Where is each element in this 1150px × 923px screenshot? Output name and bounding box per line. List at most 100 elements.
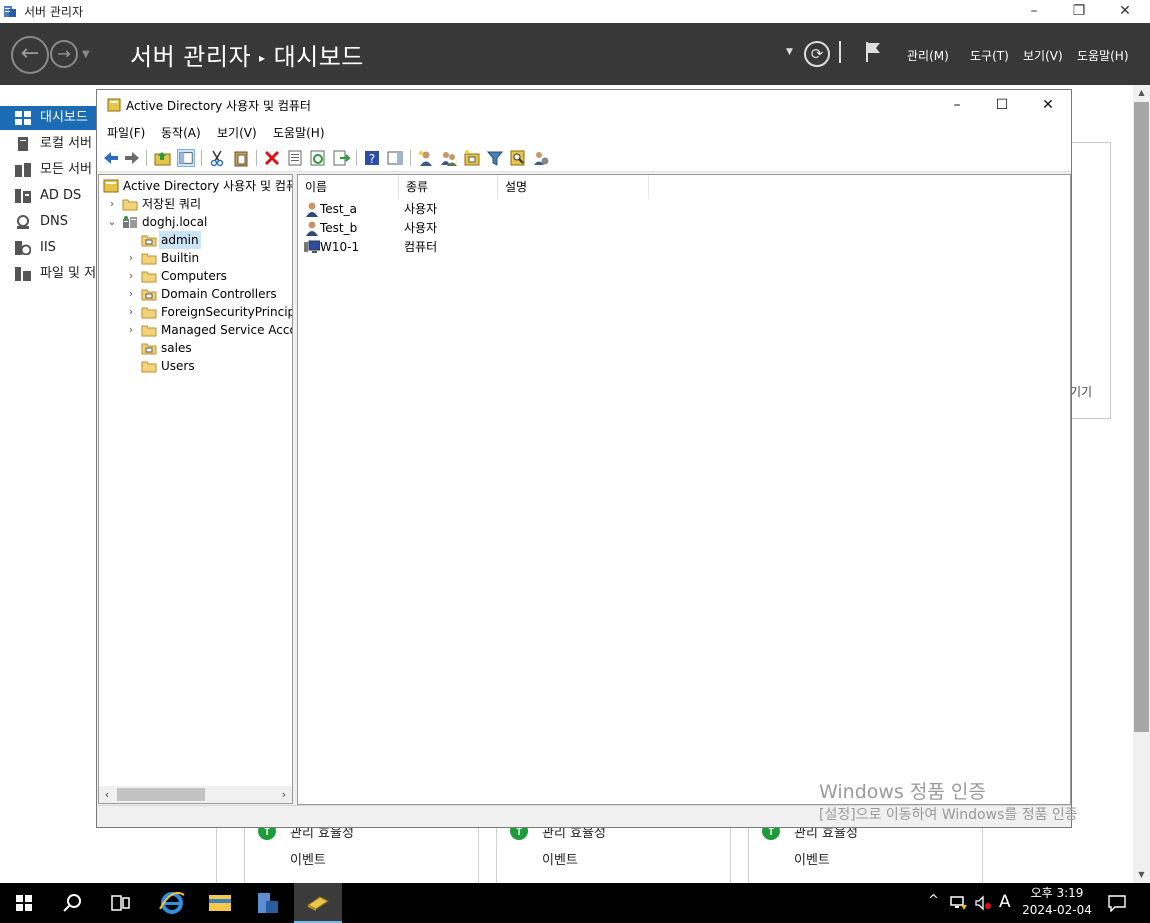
expand-chevron-icon[interactable]: › — [126, 321, 136, 339]
forward-arrow-icon[interactable] — [123, 149, 141, 167]
tree-item[interactable]: › Computers — [99, 267, 292, 285]
list-item[interactable]: Test_b 사용자 — [304, 219, 804, 237]
expand-chevron-icon[interactable]: › — [107, 195, 117, 213]
export-list-icon[interactable] — [332, 149, 350, 167]
server-manager-scrollbar[interactable]: ▲ ▼ — [1133, 85, 1150, 883]
forward-button[interactable]: → — [50, 40, 78, 68]
tile-divider — [478, 828, 479, 883]
tree-item[interactable]: Users — [99, 357, 292, 375]
refresh-icon[interactable] — [309, 149, 327, 167]
help-icon[interactable]: ? — [363, 149, 381, 167]
minimize-button[interactable]: – — [1023, 2, 1045, 20]
tile-events[interactable]: 이벤트 — [794, 849, 830, 868]
internet-explorer-icon[interactable] — [148, 883, 196, 923]
menu-manage[interactable]: 관리(M) — [907, 47, 949, 64]
menu-file[interactable]: 파일(F) — [107, 124, 145, 141]
new-user-icon[interactable] — [417, 149, 435, 167]
paste-icon[interactable] — [232, 149, 250, 167]
scroll-left-icon[interactable]: ‹ — [99, 786, 115, 803]
tree-item[interactable]: ⌄ doghj.local — [99, 213, 292, 231]
scroll-thumb[interactable] — [1134, 102, 1149, 732]
column-name[interactable]: 이름 — [298, 175, 399, 199]
list-item[interactable]: W10-1 컴퓨터 — [304, 238, 804, 256]
filter-icon[interactable] — [486, 149, 504, 167]
tree-item[interactable]: › 저장된 쿼리 — [99, 195, 292, 213]
search-icon[interactable] — [48, 883, 96, 923]
show-action-pane-icon[interactable] — [386, 149, 404, 167]
back-button[interactable]: ← — [11, 36, 49, 74]
nav-item-local-server[interactable]: 로컬 서버 — [0, 132, 98, 156]
file-explorer-icon[interactable] — [196, 883, 244, 923]
menu-action[interactable]: 동작(A) — [161, 124, 201, 141]
expand-chevron-icon[interactable]: › — [126, 249, 136, 267]
delete-icon[interactable] — [263, 149, 281, 167]
menu-help[interactable]: 도움말(H) — [273, 124, 325, 141]
folder-icon — [122, 197, 138, 211]
menu-help[interactable]: 도움말(H) — [1077, 47, 1129, 64]
tile-events[interactable]: 이벤트 — [290, 849, 326, 868]
tree-item[interactable]: › ForeignSecurityPrincipals — [99, 303, 292, 321]
console-tree[interactable]: Active Directory 사용자 및 컴퓨터 › 저장된 쿼리 ⌄ doghj.… — [98, 174, 293, 804]
scroll-right-icon[interactable]: › — [276, 786, 292, 803]
properties-icon[interactable] — [286, 149, 304, 167]
cut-icon[interactable] — [208, 149, 226, 167]
nav-item-iis[interactable]: IIS — [0, 236, 98, 260]
task-view-icon[interactable] — [96, 883, 144, 923]
scroll-down-icon[interactable]: ▼ — [1133, 867, 1150, 883]
tree-item[interactable]: sales — [99, 339, 292, 357]
tree-item[interactable]: › Domain Controllers — [99, 285, 292, 303]
find-icon[interactable] — [509, 149, 527, 167]
nav-item-file-storage[interactable]: 파일 및 저장소 서비스 — [0, 262, 98, 286]
expand-chevron-icon[interactable]: › — [126, 303, 136, 321]
tile-divider — [982, 828, 983, 883]
network-icon[interactable] — [950, 895, 968, 911]
collapse-chevron-icon[interactable]: ⌄ — [107, 213, 117, 231]
aduc-taskbar-button[interactable] — [294, 883, 342, 923]
list-item[interactable]: Test_a 사용자 — [304, 200, 804, 218]
scroll-thumb[interactable] — [117, 788, 205, 801]
nav-item-dashboard[interactable]: 대시보드 — [0, 106, 98, 130]
action-center-icon[interactable] — [1107, 894, 1127, 912]
aduc-minimize-button[interactable]: – — [942, 94, 972, 116]
tile-events[interactable]: 이벤트 — [542, 849, 578, 868]
up-folder-icon[interactable] — [154, 149, 172, 167]
nav-item-ad-ds[interactable]: AD DS — [0, 184, 98, 208]
refresh-icon[interactable]: ⟳ — [804, 41, 830, 67]
server-manager-taskbar-icon[interactable] — [244, 883, 292, 923]
column-type[interactable]: 종류 — [399, 175, 498, 199]
menu-view[interactable]: 보기(V) — [1023, 47, 1063, 64]
menu-tools[interactable]: 도구(T) — [970, 47, 1009, 64]
close-button[interactable]: ✕ — [1114, 2, 1136, 20]
ime-indicator[interactable]: A — [999, 892, 1011, 912]
show-console-tree-icon[interactable] — [177, 149, 195, 167]
restore-button[interactable]: ❐ — [1068, 2, 1090, 20]
show-hidden-icons-icon[interactable]: ^ — [928, 893, 939, 908]
back-arrow-icon[interactable] — [102, 149, 120, 167]
start-windows-icon[interactable] — [0, 883, 48, 923]
menu-view[interactable]: 보기(V) — [217, 124, 257, 141]
scroll-up-icon[interactable]: ▲ — [1133, 85, 1150, 101]
tree-item[interactable]: admin — [99, 231, 292, 249]
tree-horizontal-scrollbar[interactable]: ‹ › — [99, 786, 292, 803]
taskbar-clock[interactable]: 오후 3:19 2024-02-04 — [1022, 885, 1092, 919]
expand-chevron-icon[interactable]: › — [126, 285, 136, 303]
nav-item-all-servers[interactable]: 모든 서버 — [0, 158, 98, 182]
new-group-icon[interactable] — [440, 149, 458, 167]
refresh-dropdown-icon[interactable]: ▼ — [786, 47, 793, 57]
volume-muted-icon[interactable] — [974, 895, 992, 911]
nav-item-dns[interactable]: DNS — [0, 210, 98, 234]
aduc-close-button[interactable]: ✕ — [1033, 94, 1063, 116]
history-dropdown-icon[interactable]: ▼ — [82, 49, 90, 60]
new-ou-icon[interactable] — [463, 149, 481, 167]
breadcrumb-page: 대시보드 — [273, 43, 364, 71]
tree-item-label: Domain Controllers — [161, 287, 277, 301]
expand-chevron-icon[interactable]: › — [126, 267, 136, 285]
column-description[interactable]: 설명 — [498, 175, 649, 199]
tree-item[interactable]: › Builtin — [99, 249, 292, 267]
details-list[interactable]: 이름 종류 설명 Test_a 사용자 Test_b 사용자 W10-1 컴퓨터 — [297, 174, 1071, 805]
add-to-group-icon[interactable] — [532, 149, 550, 167]
aduc-maximize-button[interactable]: ☐ — [987, 94, 1017, 116]
tree-item[interactable]: › Managed Service Accounts — [99, 321, 292, 339]
notifications-flag-icon[interactable] — [864, 41, 882, 63]
tree-item[interactable]: Active Directory 사용자 및 컴퓨터 — [99, 177, 292, 195]
